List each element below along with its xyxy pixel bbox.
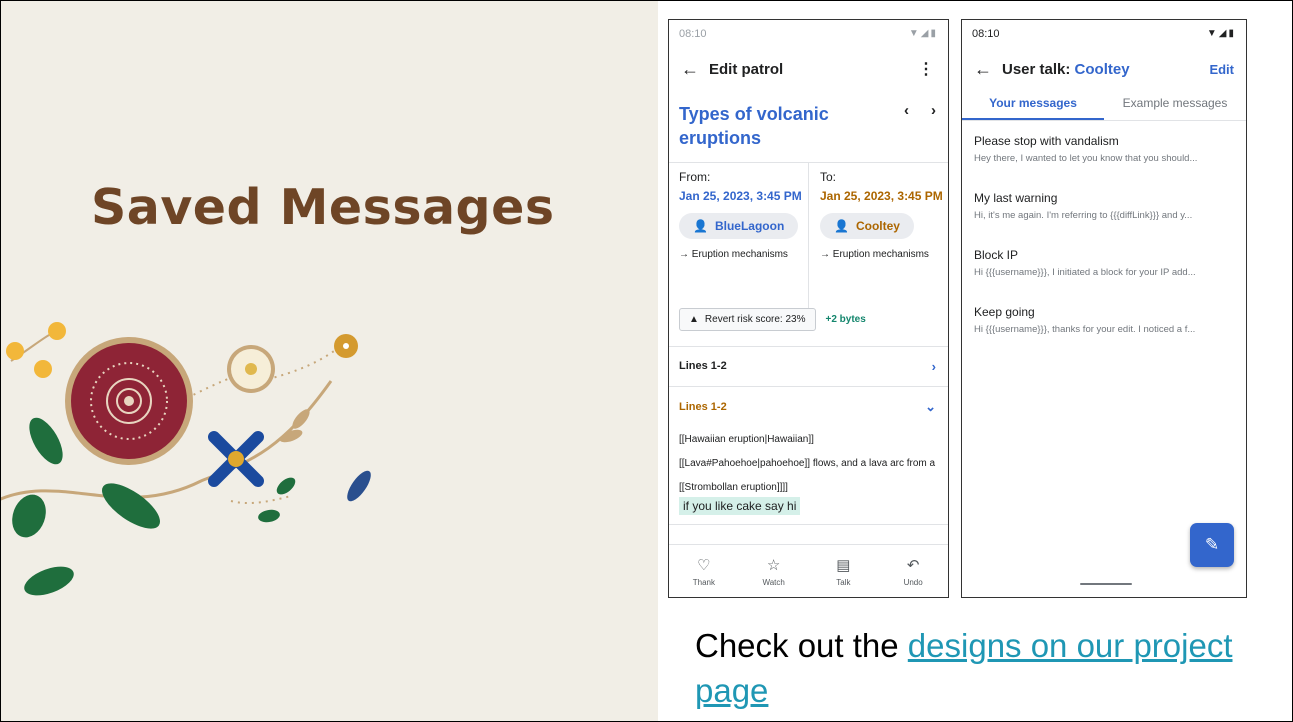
- from-label: From:: [679, 170, 711, 184]
- bottom-action-bar: ♡ Thank ☆ Watch ▤ Talk ↶ Undo: [669, 545, 948, 597]
- nav-label: Talk: [836, 577, 851, 587]
- undo-icon: ↶: [906, 556, 920, 574]
- message-title: Block IP: [974, 248, 1019, 262]
- star-icon: ☆: [766, 556, 781, 574]
- byte-diff: +2 bytes: [825, 314, 866, 325]
- talk-button[interactable]: ▤ Talk: [809, 545, 879, 597]
- caption-text: Check out the: [695, 627, 908, 664]
- thank-button[interactable]: ♡ Thank: [669, 545, 739, 597]
- previous-edit-icon[interactable]: ‹: [904, 102, 909, 119]
- to-revision: To: Jan 25, 2023, 3:45 PM 👤 Cooltey → Er…: [820, 170, 948, 260]
- talk-bubble-icon: ▤: [836, 556, 851, 574]
- status-time: 08:10: [972, 28, 1000, 40]
- undo-button[interactable]: ↶ Undo: [878, 545, 948, 597]
- message-item[interactable]: Please stop with vandalism Hey there, I …: [974, 134, 1236, 164]
- from-section: → Eruption mechanisms: [679, 249, 788, 260]
- title-prefix: User talk:: [1002, 60, 1075, 78]
- message-item[interactable]: My last warning Hi, it's me again. I'm r…: [974, 191, 1236, 221]
- message-item[interactable]: Keep going Hi {{{username}}}, thanks for…: [974, 305, 1236, 335]
- diff-added-text: if you like cake say hi: [679, 497, 801, 515]
- lines-label: Lines 1-2: [679, 401, 727, 413]
- message-preview: Hi {{{username}}}, I initiated a block f…: [974, 267, 1196, 278]
- message-title: Please stop with vandalism: [974, 134, 1119, 148]
- divider: [962, 120, 1246, 121]
- user-icon: 👤: [693, 219, 708, 233]
- message-preview: Hi, it's me again. I'm referring to {{{d…: [974, 210, 1193, 221]
- lines-expanded-row[interactable]: Lines 1-2 ⌄: [679, 397, 936, 417]
- status-bar: 08:10 ▼◢▮: [679, 28, 938, 40]
- slide-title: Saved Messages: [91, 179, 555, 236]
- chevron-right-icon: ›: [931, 358, 936, 374]
- divider: [669, 386, 948, 387]
- tab-your-messages[interactable]: Your messages: [962, 94, 1104, 120]
- screen-title: User talk: Cooltey: [1002, 61, 1130, 78]
- divider: [669, 524, 948, 525]
- signal-battery-icon: ▼◢▮: [908, 28, 938, 39]
- lines-collapsed-row[interactable]: Lines 1-2 ›: [679, 356, 936, 376]
- signal-battery-icon: ▼◢▮: [1206, 28, 1236, 39]
- from-revision: From: Jan 25, 2023, 3:45 PM 👤 BlueLagoon…: [679, 170, 809, 260]
- to-user-name: Cooltey: [855, 219, 900, 233]
- diff-navigation: ‹ ›: [904, 102, 936, 119]
- from-user-name: BlueLagoon: [714, 219, 785, 233]
- heart-icon: ♡: [697, 556, 711, 574]
- caption: Check out the designs on our project pag…: [695, 623, 1255, 713]
- nav-label: Undo: [903, 577, 923, 587]
- to-user-chip[interactable]: 👤 Cooltey: [820, 213, 914, 239]
- status-time: 08:10: [679, 28, 707, 40]
- edit-button[interactable]: Edit: [1209, 62, 1234, 77]
- next-edit-icon[interactable]: ›: [931, 102, 936, 119]
- edit-patrol-screen: 08:10 ▼◢▮ ← Edit patrol ⋮ Types of volca…: [668, 19, 949, 598]
- message-preview: Hey there, I wanted to let you know that…: [974, 153, 1198, 164]
- home-indicator: [1080, 583, 1132, 585]
- user-icon: 👤: [834, 219, 849, 233]
- message-tabs: Your messages Example messages: [962, 94, 1246, 120]
- divider: [669, 346, 948, 347]
- risk-row: ▲ Revert risk score: 23% +2 bytes: [679, 308, 866, 331]
- talk-user-name[interactable]: Cooltey: [1075, 61, 1130, 78]
- red-flower: [65, 337, 193, 465]
- app-bar: ← Edit patrol ⋮: [669, 54, 948, 84]
- status-bar: 08:10 ▼◢▮: [972, 28, 1236, 40]
- message-title: Keep going: [974, 305, 1035, 319]
- title-panel: Saved Messages: [1, 1, 658, 721]
- compose-icon: ✎: [1204, 535, 1220, 554]
- more-options-icon[interactable]: ⋮: [918, 59, 934, 79]
- to-label: To:: [820, 170, 837, 184]
- watch-button[interactable]: ☆ Watch: [739, 545, 809, 597]
- from-date[interactable]: Jan 25, 2023, 3:45 PM: [679, 188, 809, 205]
- chevron-down-icon: ⌄: [925, 399, 936, 414]
- message-item[interactable]: Block IP Hi {{{username}}}, I initiated …: [974, 248, 1236, 278]
- back-arrow-icon[interactable]: ←: [681, 59, 703, 80]
- warning-icon: ▲: [689, 314, 699, 325]
- app-bar: ← User talk: Cooltey Edit: [962, 54, 1246, 84]
- lines-label: Lines 1-2: [679, 360, 727, 372]
- floral-illustration: [1, 322, 371, 596]
- to-date[interactable]: Jan 25, 2023, 3:45 PM: [820, 188, 948, 205]
- compose-message-button[interactable]: ✎: [1190, 523, 1234, 567]
- screen-title: Edit patrol: [709, 60, 784, 78]
- nav-label: Thank: [692, 577, 715, 587]
- diff-context-text: [[Hawaiian eruption|Hawaiian]] [[Lava#Pa…: [679, 434, 936, 493]
- message-title: My last warning: [974, 191, 1058, 205]
- nav-label: Watch: [762, 577, 785, 587]
- article-title-link[interactable]: Types of volcanic eruptions: [679, 102, 864, 150]
- slide: Saved Messages 08:10 ▼◢▮ ← Edit patrol ⋮…: [0, 0, 1293, 722]
- tab-example-messages[interactable]: Example messages: [1104, 94, 1246, 120]
- gold-bud: [334, 334, 358, 358]
- revert-risk-chip[interactable]: ▲ Revert risk score: 23%: [679, 308, 816, 331]
- cream-flower: [227, 345, 275, 393]
- revert-risk-text: Revert risk score: 23%: [704, 314, 806, 325]
- user-talk-screen: 08:10 ▼◢▮ ← User talk: Cooltey Edit Your…: [961, 19, 1247, 598]
- to-section: → Eruption mechanisms: [820, 249, 929, 260]
- back-arrow-icon[interactable]: ←: [974, 59, 996, 80]
- message-preview: Hi {{{username}}}, thanks for your edit.…: [974, 324, 1196, 335]
- from-user-chip[interactable]: 👤 BlueLagoon: [679, 213, 799, 239]
